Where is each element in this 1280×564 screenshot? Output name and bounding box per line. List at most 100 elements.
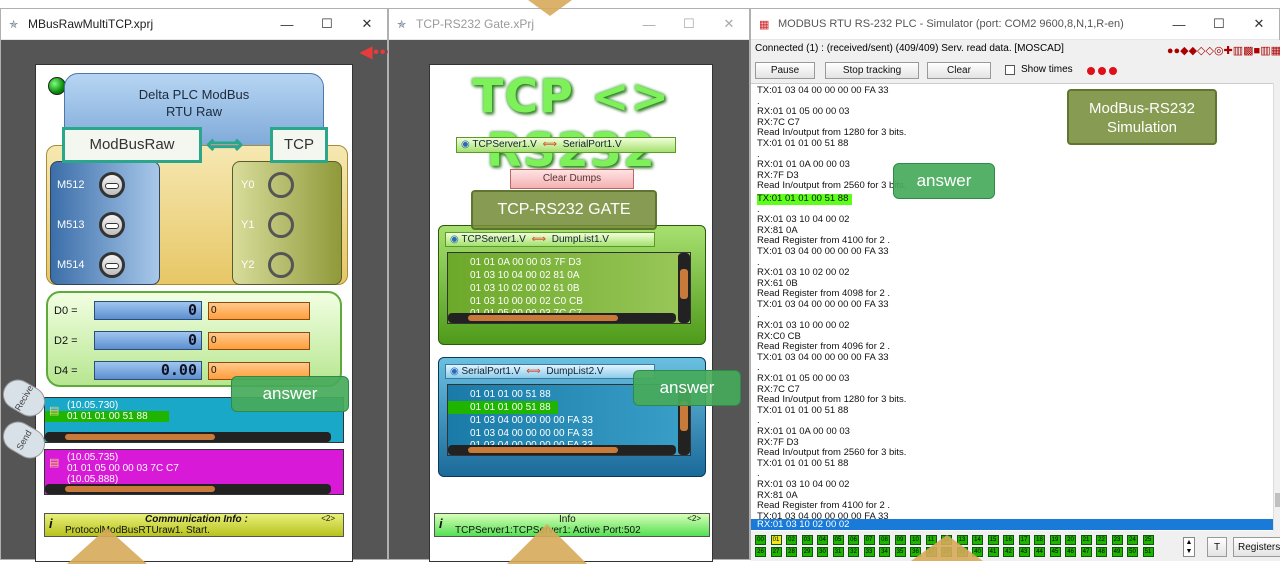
coil-cell[interactable]: 08 xyxy=(879,535,890,545)
coil-cell[interactable]: 45 xyxy=(1049,547,1061,557)
list-item[interactable]: 01 01 05 00 00 03 7C C7 xyxy=(45,463,343,474)
tcp-dump-list[interactable]: 01 01 0A 00 00 03 7F D3 01 03 10 04 00 0… xyxy=(447,252,691,324)
list-item[interactable]: 01 03 10 04 00 02 81 0A xyxy=(448,269,690,282)
list-item[interactable]: 01 03 04 00 00 00 00 FA 33 xyxy=(448,427,690,440)
coil-cell[interactable]: 51 xyxy=(1142,547,1154,557)
coil-cell[interactable]: 47 xyxy=(1080,547,1092,557)
horizontal-scrollbar[interactable] xyxy=(45,484,331,494)
log-line[interactable]: TX:01 01 01 00 51 88 xyxy=(757,458,1273,470)
coil-cell[interactable]: 30 xyxy=(817,547,828,557)
log-line[interactable]: RX:01 01 0A 00 00 03 xyxy=(757,160,1273,171)
coil-toggle[interactable] xyxy=(98,172,125,198)
show-times-checkbox[interactable] xyxy=(1005,65,1015,75)
coil-cell[interactable]: 06 xyxy=(848,535,859,545)
vertical-scrollbar[interactable] xyxy=(678,253,690,323)
list-item-selected[interactable]: 01 01 01 00 51 88 xyxy=(45,411,169,422)
spin-arrows[interactable]: ▲ ▼ xyxy=(1183,537,1195,557)
list-item-selected[interactable]: 01 01 01 00 51 88 xyxy=(448,401,558,414)
register-input[interactable]: 0 xyxy=(208,331,310,350)
coil-toggle[interactable] xyxy=(98,252,125,278)
coil-cell[interactable]: 17 xyxy=(1018,535,1030,545)
scroll-thumb[interactable] xyxy=(468,447,618,453)
log-line[interactable]: RX:01 03 10 00 00 02 xyxy=(757,320,1273,332)
list-item[interactable]: 01 03 04 00 00 00 00 FA 33 xyxy=(448,414,690,427)
clear-dumps-button[interactable]: Clear Dumps xyxy=(510,169,634,189)
coil-cell[interactable]: 20 xyxy=(1065,535,1076,545)
stop-tracking-button[interactable]: Stop tracking xyxy=(825,62,919,79)
coil-cell[interactable]: 21 xyxy=(1080,535,1092,545)
minimize-button[interactable]: — xyxy=(1159,9,1199,39)
maximize-button[interactable]: ☐ xyxy=(307,9,347,39)
log-line[interactable]: RX:01 01 05 00 00 03 xyxy=(757,373,1273,385)
coil-cell[interactable]: 28 xyxy=(786,547,797,557)
coil-cell[interactable]: 22 xyxy=(1096,535,1107,545)
log-line[interactable]: RX:01 03 10 04 00 02 xyxy=(757,479,1273,491)
log-line[interactable]: RX:01 01 0A 00 00 03 xyxy=(757,426,1273,438)
scroll-thumb[interactable] xyxy=(1275,493,1280,507)
close-button[interactable]: ✕ xyxy=(709,9,749,39)
coil-cell[interactable]: 03 xyxy=(801,535,813,545)
coil-cell[interactable]: 23 xyxy=(1111,535,1123,545)
minimize-button[interactable]: — xyxy=(629,9,669,39)
registers-button[interactable]: Registers xyxy=(1233,537,1280,557)
minimize-button[interactable]: — xyxy=(267,9,307,39)
list-item[interactable]: 01 03 10 00 00 02 C0 CB xyxy=(448,295,690,308)
log-line[interactable]: TX:01 01 01 00 51 88 xyxy=(757,193,853,205)
coil-cell[interactable]: 31 xyxy=(832,547,844,557)
coil-cell[interactable]: 15 xyxy=(987,535,999,545)
horizontal-scrollbar[interactable] xyxy=(448,313,676,323)
horizontal-scrollbar[interactable] xyxy=(448,445,676,455)
coil-cell[interactable]: 35 xyxy=(894,547,906,557)
list-item[interactable]: 01 03 10 02 00 02 61 0B xyxy=(448,282,690,295)
coil-cell[interactable]: 32 xyxy=(848,547,859,557)
route-bar[interactable]: ◉ TCPServer1.V ⟺ SerialPort1.V xyxy=(456,137,676,153)
coil-cell[interactable]: 48 xyxy=(1096,547,1107,557)
coil-cell[interactable]: 33 xyxy=(863,547,875,557)
log-vertical-scrollbar[interactable] xyxy=(1273,83,1280,531)
horizontal-scrollbar[interactable] xyxy=(45,432,331,442)
log-line[interactable]: RX:01 03 10 04 00 02 xyxy=(757,215,1273,226)
pause-button[interactable]: Pause xyxy=(755,62,815,79)
scroll-thumb[interactable] xyxy=(65,434,215,440)
maximize-button[interactable]: ☐ xyxy=(669,9,709,39)
t-button[interactable]: T xyxy=(1207,537,1227,557)
log-line[interactable]: Read In/output from 2560 for 3 bits. xyxy=(757,181,1273,192)
coil-cell[interactable]: 49 xyxy=(1111,547,1123,557)
coil-cell[interactable]: 42 xyxy=(1003,547,1014,557)
coil-cell[interactable]: 43 xyxy=(1018,547,1030,557)
coil-cell[interactable]: 19 xyxy=(1049,535,1061,545)
coil-cell[interactable]: 41 xyxy=(987,547,999,557)
register-input[interactable]: 0 xyxy=(208,301,310,320)
close-button[interactable]: ✕ xyxy=(1239,9,1279,39)
coil-toggle[interactable] xyxy=(98,212,125,238)
scroll-thumb[interactable] xyxy=(680,269,688,299)
coil-cell[interactable]: 44 xyxy=(1034,547,1045,557)
coil-cell[interactable]: 26 xyxy=(755,547,766,557)
coil-cell[interactable]: 07 xyxy=(863,535,875,545)
coil-cell[interactable]: 34 xyxy=(879,547,890,557)
coil-cell[interactable]: 29 xyxy=(801,547,813,557)
title-bar[interactable]: ▦ MODBUS RTU RS-232 PLC - Simulator (por… xyxy=(751,9,1279,40)
close-button[interactable]: ✕ xyxy=(347,9,387,39)
coil-cell[interactable]: 05 xyxy=(832,535,844,545)
coil-cell[interactable]: 01 xyxy=(770,535,782,545)
selected-log-line[interactable]: RX:01 03 10 02 00 02 xyxy=(751,519,1273,530)
coil-cell[interactable]: 24 xyxy=(1127,535,1138,545)
clear-button[interactable]: Clear xyxy=(927,62,991,79)
log-line[interactable]: TX:01 03 04 00 00 00 00 FA 33 xyxy=(757,299,1273,311)
send-list[interactable]: (10.05.735) 01 01 05 00 00 03 7C C7 (10.… xyxy=(44,449,344,495)
log-line[interactable]: TX:01 03 04 00 00 00 00 FA 33 xyxy=(757,246,1273,258)
log-view[interactable]: TX:01 03 04 00 00 00 00 FA 33. RX:01 01 0… xyxy=(751,83,1273,519)
log-line[interactable]: RX:01 03 10 02 00 02 xyxy=(757,267,1273,279)
coil-cell[interactable]: 09 xyxy=(894,535,906,545)
coil-cell[interactable]: 50 xyxy=(1127,547,1138,557)
coil-cell[interactable]: 16 xyxy=(1003,535,1014,545)
log-line[interactable]: TX:01 03 04 00 00 00 00 FA 33 xyxy=(757,511,1273,519)
coil-cell[interactable]: 46 xyxy=(1065,547,1076,557)
scroll-thumb[interactable] xyxy=(468,315,618,321)
coil-cell[interactable]: 25 xyxy=(1142,535,1154,545)
title-bar[interactable]: ✯ MBusRawMultiTCP.xprj — ☐ ✕ xyxy=(1,9,387,40)
log-line[interactable]: TX:01 01 01 00 51 88 xyxy=(757,405,1273,417)
log-line[interactable]: TX:01 03 04 00 00 00 00 FA 33 xyxy=(757,352,1273,364)
toolbar-icons[interactable]: ●●◆◆◇◇◎✚▥▩■▥▦ xyxy=(1162,42,1280,59)
